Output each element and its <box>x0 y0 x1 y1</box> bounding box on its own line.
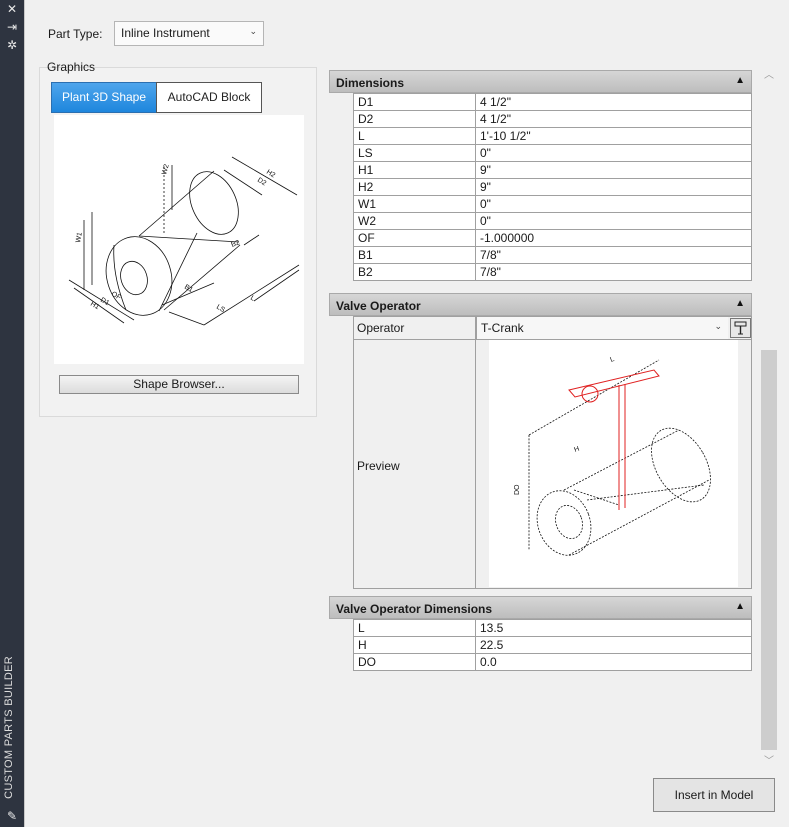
part-type-select[interactable]: Inline Instrument ⌄ <box>114 21 264 46</box>
tab-plant-3d-shape[interactable]: Plant 3D Shape <box>51 82 157 113</box>
operator-select[interactable]: T-Crank ⌄ <box>476 317 728 339</box>
label-ls: LS <box>215 304 226 315</box>
dimensions-table: D1 4 1/2" D2 4 1/2" L 1'-10 1/2" LS 0" H1 9" H2 9" W… <box>353 93 752 281</box>
dimension-row[interactable]: H2 9" <box>353 178 752 196</box>
tab-autocad-block[interactable]: AutoCAD Block <box>156 82 262 113</box>
operator-dimension-row[interactable]: H 22.5 <box>353 636 752 654</box>
dimension-row[interactable]: D1 4 1/2" <box>353 93 752 111</box>
settings-icon[interactable]: ✲ <box>4 38 20 52</box>
label-w1: W1 <box>75 232 84 244</box>
property-name: H <box>353 636 476 654</box>
chevron-down-icon: ⌄ <box>714 321 722 331</box>
dimension-row[interactable]: B2 7/8" <box>353 263 752 281</box>
property-name: B2 <box>353 263 476 281</box>
graphics-group: Plant 3D Shape AutoCAD Block W2 H2 D2 W1… <box>39 67 317 417</box>
property-value[interactable]: -1.000000 <box>475 229 752 247</box>
chevron-up-icon[interactable]: ▲ <box>735 601 745 612</box>
scroll-thumb[interactable] <box>761 350 777 750</box>
label-b2: B2 <box>230 239 241 249</box>
preview-label-do: DO <box>514 484 521 495</box>
valve-operator-dimensions-title: Valve Operator Dimensions <box>336 602 493 616</box>
inline-instrument-drawing: W2 H2 D2 W1 D1 H1 OF B1 B2 LS L <box>68 156 300 326</box>
preview-label: Preview <box>357 459 400 473</box>
main-panel: Part Type: Inline Instrument ⌄ Plant 3D … <box>24 0 789 827</box>
dimension-row[interactable]: B1 7/8" <box>353 246 752 264</box>
dimension-row[interactable]: W2 0" <box>353 212 752 230</box>
operator-preview: L H DO <box>489 340 738 587</box>
scroll-up-icon[interactable]: ︿ <box>764 66 774 81</box>
dimension-row[interactable]: LS 0" <box>353 144 752 162</box>
chevron-up-icon[interactable]: ▲ <box>735 298 745 309</box>
shape-drawing: W2 H2 D2 W1 D1 H1 OF B1 B2 LS L <box>54 115 304 364</box>
operator-dimension-row[interactable]: DO 0.0 <box>353 653 752 671</box>
valve-operator-dimensions-table: L 13.5 H 22.5 DO 0.0 <box>353 619 752 671</box>
property-name: LS <box>353 144 476 162</box>
property-value[interactable]: 4 1/2" <box>475 110 752 128</box>
dimensions-header[interactable]: Dimensions ▲ <box>329 70 752 93</box>
dimension-row[interactable]: H1 9" <box>353 161 752 179</box>
part-type-value: Inline Instrument <box>121 26 210 40</box>
dimension-row[interactable]: D2 4 1/2" <box>353 110 752 128</box>
preview-label-h: H <box>573 446 580 454</box>
property-name: B1 <box>353 246 476 264</box>
operator-dimension-row[interactable]: L 13.5 <box>353 619 752 637</box>
chevron-down-icon: ⌄ <box>249 26 257 36</box>
property-name: D1 <box>353 93 476 111</box>
scroll-down-icon[interactable]: ﹀ <box>764 752 774 767</box>
label-h2-left: W2 <box>161 163 171 175</box>
property-name: DO <box>353 653 476 671</box>
preview-label-l: L <box>609 356 615 364</box>
property-value[interactable]: 7/8" <box>475 246 752 264</box>
dimensions-title: Dimensions <box>336 76 405 90</box>
property-value[interactable]: 4 1/2" <box>475 93 752 111</box>
dimension-row[interactable]: W1 0" <box>353 195 752 213</box>
property-value[interactable]: 1'-10 1/2" <box>475 127 752 145</box>
part-type-label: Part Type: <box>48 27 103 41</box>
property-name: W1 <box>353 195 476 213</box>
property-name: OF <box>353 229 476 247</box>
operator-label: Operator <box>357 321 405 335</box>
label-d1: D1 <box>99 297 110 308</box>
shape-browser-button[interactable]: Shape Browser... <box>59 375 299 394</box>
property-value[interactable]: 22.5 <box>475 636 752 654</box>
property-name: H1 <box>353 161 476 179</box>
pin-icon[interactable]: ⇥ <box>4 20 20 34</box>
valve-operator-properties: Operator T-Crank ⌄ Preview L H DO <box>353 316 752 589</box>
t-crank-preview-drawing: L H DO <box>514 356 711 556</box>
operator-value: T-Crank <box>481 321 524 335</box>
valve-operator-header[interactable]: Valve Operator ▲ <box>329 293 752 316</box>
property-value[interactable]: 0" <box>475 144 752 162</box>
palette-title: CUSTOM PARTS BUILDER <box>3 656 15 799</box>
property-name: H2 <box>353 178 476 196</box>
wrench-icon <box>734 321 747 335</box>
close-icon[interactable]: ✕ <box>4 2 20 16</box>
scrollbar[interactable]: ︿ ﹀ <box>760 63 778 769</box>
property-name: L <box>353 619 476 637</box>
insert-in-model-button[interactable]: Insert in Model <box>653 778 775 812</box>
label-d2: D2 <box>256 177 267 188</box>
property-value[interactable]: 0" <box>475 195 752 213</box>
property-name: D2 <box>353 110 476 128</box>
valve-operator-dimensions-header[interactable]: Valve Operator Dimensions ▲ <box>329 596 752 619</box>
property-value[interactable]: 13.5 <box>475 619 752 637</box>
property-value[interactable]: 7/8" <box>475 263 752 281</box>
property-value[interactable]: 0" <box>475 212 752 230</box>
palette-strip: ✕ ⇥ ✲ CUSTOM PARTS BUILDER ✎ <box>0 0 24 827</box>
valve-operator-title: Valve Operator <box>336 299 421 313</box>
chevron-up-icon[interactable]: ▲ <box>735 75 745 86</box>
graphics-label: Graphics <box>47 60 96 74</box>
dimension-row[interactable]: OF -1.000000 <box>353 229 752 247</box>
property-value[interactable]: 9" <box>475 161 752 179</box>
label-h2: H2 <box>265 169 276 180</box>
property-name: W2 <box>353 212 476 230</box>
operator-settings-button[interactable] <box>730 318 751 338</box>
property-name: L <box>353 127 476 145</box>
parts-builder-icon: ✎ <box>6 809 18 823</box>
property-value[interactable]: 0.0 <box>475 653 752 671</box>
dimension-row[interactable]: L 1'-10 1/2" <box>353 127 752 145</box>
property-value[interactable]: 9" <box>475 178 752 196</box>
